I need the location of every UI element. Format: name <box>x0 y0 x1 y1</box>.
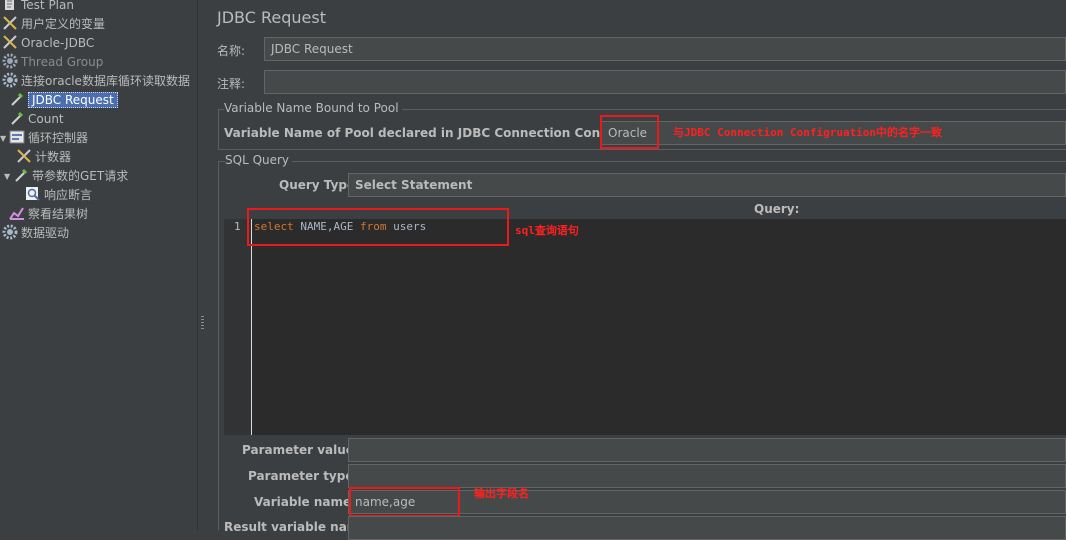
gear-icon <box>2 72 18 88</box>
test-plan-tree: Test Plan 用户定义的变量 Oracle-JDBC Thread Gro… <box>0 0 197 530</box>
tree-item-oracle-jdbc[interactable]: Oracle-JDBC <box>2 34 94 53</box>
tree-item-loop-controller[interactable]: ▼ 循环控制器 <box>0 129 88 148</box>
test-plan-icon <box>2 0 18 12</box>
gear-icon <box>2 53 18 69</box>
tree-item-jdbc-request[interactable]: JDBC Request <box>9 91 118 110</box>
sql-group-border <box>218 161 1066 162</box>
sql-group-title: SQL Query <box>225 153 293 167</box>
wrench-icon <box>2 15 18 31</box>
gear-icon <box>2 224 18 240</box>
sql-query-editor[interactable]: 1 select NAME,AGE from users <box>224 219 1066 435</box>
pool-name-highlight <box>600 115 659 149</box>
expand-arrow-icon[interactable]: ▼ <box>0 129 9 148</box>
name-field[interactable]: JDBC Request <box>264 37 1066 61</box>
query-type-select[interactable]: Select Statement <box>348 173 1066 197</box>
pool-group-border-bottom <box>218 149 1066 150</box>
expand-arrow-icon[interactable]: ▼ <box>4 167 13 186</box>
dropper-icon <box>9 110 25 126</box>
variable-names-label: Variable names: <box>254 495 364 509</box>
tree-item-test-plan[interactable]: Test Plan <box>2 0 74 15</box>
pool-name-annotation: 与JDBC Connection Configruation中的名字一致 <box>673 126 943 139</box>
dropper-icon <box>13 167 29 183</box>
result-variable-field[interactable] <box>348 516 1066 540</box>
line-number: 1 <box>234 220 241 233</box>
tree-item-user-variables[interactable]: 用户定义的变量 <box>2 15 105 34</box>
name-label: 名称: <box>217 44 246 58</box>
wrench-icon <box>16 148 32 164</box>
sql-group-border-left <box>218 161 219 530</box>
line-number-gutter: 1 <box>224 219 252 435</box>
sql-query-annotation: sql查询语句 <box>515 224 579 237</box>
pool-group-title: Variable Name Bound to Pool <box>224 101 402 115</box>
dropper-icon <box>9 91 25 107</box>
chart-icon <box>9 205 25 221</box>
param-values-field[interactable] <box>348 438 1066 462</box>
variable-names-highlight <box>349 487 460 517</box>
page-title: JDBC Request <box>217 8 326 27</box>
magnifier-icon <box>25 186 41 202</box>
controller-icon <box>9 129 25 145</box>
tree-item-response-assertion[interactable]: 响应断言 <box>25 186 92 205</box>
tree-item-thread-group[interactable]: Thread Group <box>2 53 103 72</box>
param-types-field[interactable] <box>348 464 1066 488</box>
splitter-grip-icon[interactable] <box>201 316 204 330</box>
variable-names-annotation: 输出字段名 <box>474 487 529 500</box>
sql-query-highlight <box>247 208 509 246</box>
tree-item-oracle-loop-group[interactable]: 连接oracle数据库循环读取数据 <box>2 72 190 91</box>
tree-item-get-request[interactable]: ▼ 带参数的GET请求 <box>4 167 128 186</box>
comment-label: 注释: <box>217 77 246 91</box>
tree-item-results-tree[interactable]: 察看结果树 <box>9 205 88 224</box>
tree-item-count[interactable]: Count <box>9 110 64 129</box>
panel-splitter[interactable] <box>197 0 207 530</box>
query-header: Query: <box>754 202 800 216</box>
pool-group-border-left <box>218 109 219 149</box>
tree-item-counter[interactable]: 计数器 <box>16 148 71 167</box>
jdbc-request-panel: JDBC Request 名称: JDBC Request 注释: Variab… <box>207 0 1066 540</box>
tree-item-data-driven[interactable]: 数据驱动 <box>2 224 69 243</box>
wrench-icon <box>2 34 18 50</box>
comment-field[interactable] <box>264 70 1066 94</box>
